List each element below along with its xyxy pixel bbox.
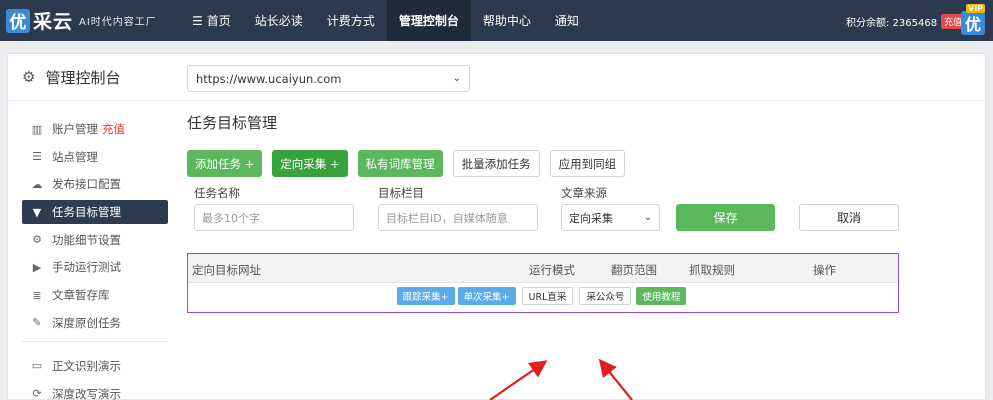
- sidebar-item-label: 站点管理: [52, 149, 98, 164]
- col-target-url: 定向目标网址: [192, 263, 261, 277]
- section-divider: [187, 100, 899, 101]
- monitor-icon: ▭: [31, 359, 43, 373]
- section-title: 任务目标管理: [187, 114, 278, 132]
- gears-icon: ⚙: [32, 233, 42, 247]
- vip-badge: VIP: [966, 4, 986, 13]
- wechat-collect-button[interactable]: 采公众号: [579, 287, 632, 305]
- sidebar-item-label: 功能细节设置: [52, 232, 121, 247]
- sidebar-item-label: 深度改写演示: [52, 386, 121, 400]
- brand-logo[interactable]: 优 采云 AI时代内容工厂: [6, 5, 157, 36]
- database-icon: ≣: [32, 288, 42, 302]
- sidebar-item-deep-rewrite[interactable]: ⟳ 深度改写演示: [22, 382, 168, 400]
- col-run-mode: 运行模式: [529, 263, 575, 277]
- gear-icon: ⚙: [22, 68, 36, 86]
- source-label: 文章来源: [561, 186, 607, 200]
- site-select[interactable]: https://www.ucaiyun.com ⌄: [187, 65, 470, 92]
- table-action-row: 跟踪采集+ 单次采集+ URL直采 采公众号 使用教程: [188, 287, 898, 307]
- sidebar-item-article-store[interactable]: ≣ 文章暂存库: [22, 283, 168, 307]
- nav-pricing[interactable]: 计费方式: [315, 0, 387, 41]
- source-select-value: 定向采集: [569, 211, 613, 225]
- single-collect-button[interactable]: 单次采集+: [457, 287, 516, 305]
- url-direct-button[interactable]: URL直采: [521, 287, 574, 305]
- nav-home[interactable]: ☰ 首页: [180, 0, 243, 41]
- sidebar: ▥ 账户管理 充值 ☰ 站点管理 ☁ 发布接口配置 ▼ 任务目标管理 ⚙ 功能细…: [22, 117, 168, 400]
- user-avatar[interactable]: 优 VIP: [961, 4, 987, 35]
- sidebar-item-deep-original[interactable]: ✎ 深度原创任务: [22, 311, 168, 335]
- track-collect-button[interactable]: 跟踪采集+: [396, 287, 455, 305]
- site-select-value: https://www.ucaiyun.com: [196, 71, 342, 86]
- nav-help[interactable]: 帮助中心: [471, 0, 543, 41]
- main-nav: ☰ 首页 站长必读 计费方式 管理控制台 帮助中心 通知: [180, 0, 591, 41]
- avatar-face: 优: [961, 11, 985, 35]
- panel-header: ⚙ 管理控制台: [8, 54, 985, 101]
- sidebar-divider: [22, 340, 168, 342]
- sidebar-item-label: 文章暂存库: [52, 288, 110, 303]
- nav-notice[interactable]: 通知: [543, 0, 591, 41]
- score-balance: 积分余额: 2365468 充值: [846, 14, 966, 29]
- sidebar-item-task-targets[interactable]: ▼ 任务目标管理: [22, 200, 168, 225]
- brand-slogan: AI时代内容工厂: [79, 17, 157, 28]
- sidebar-item-sites[interactable]: ☰ 站点管理: [22, 145, 168, 169]
- sidebar-item-text-recognition[interactable]: ▭ 正文识别演示: [22, 354, 168, 378]
- add-task-button[interactable]: 添加任务 +: [187, 150, 263, 177]
- directed-collect-button[interactable]: 定向采集 +: [272, 150, 348, 177]
- source-select[interactable]: 定向采集 ⌄: [561, 204, 660, 231]
- nav-console[interactable]: 管理控制台: [386, 0, 471, 41]
- panel-title: 管理控制台: [45, 68, 121, 87]
- save-button[interactable]: 保存: [676, 204, 775, 231]
- nav-must-read[interactable]: 站长必读: [243, 0, 315, 41]
- sidebar-item-feature-settings[interactable]: ⚙ 功能细节设置: [22, 228, 168, 252]
- cancel-button[interactable]: 取消: [799, 204, 899, 231]
- sidebar-item-account[interactable]: ▥ 账户管理 充值: [22, 117, 168, 141]
- sidebar-item-label: 深度原创任务: [52, 315, 121, 330]
- nav-home-label: 首页: [206, 14, 231, 28]
- target-column-input[interactable]: 目标栏目ID，自媒体随意: [378, 204, 538, 231]
- sidebar-item-label: 账户管理: [52, 122, 98, 136]
- batch-add-button[interactable]: 批量添加任务: [452, 150, 540, 177]
- target-url-table: 定向目标网址 运行模式 翻页范围 抓取规则 操作 跟踪采集+ 单次采集+ URL…: [187, 253, 899, 313]
- recharge-link[interactable]: 充值: [102, 121, 125, 137]
- sidebar-item-manual-run[interactable]: ▶ 手动运行测试: [22, 255, 168, 279]
- play-circle-icon: ▶: [32, 260, 42, 274]
- task-name-input[interactable]: 最多10个字: [194, 204, 354, 231]
- target-column-label: 目标栏目: [378, 186, 424, 200]
- filter-icon: ▼: [32, 205, 42, 219]
- sidebar-item-label: 发布接口配置: [52, 177, 121, 192]
- top-navbar: 优 采云 AI时代内容工厂 ☰ 首页 站长必读 计费方式 管理控制台 帮助中心 通…: [0, 0, 993, 41]
- server-icon: ☰: [32, 150, 42, 164]
- sidebar-item-publish-api[interactable]: ☁ 发布接口配置: [22, 172, 168, 196]
- table-header: 定向目标网址 运行模式 翻页范围 抓取规则 操作: [188, 254, 898, 283]
- task-name-label: 任务名称: [194, 186, 240, 200]
- tutorial-button[interactable]: 使用教程: [636, 287, 687, 305]
- sidebar-item-label: 正文识别演示: [52, 358, 121, 373]
- brand-name: 采云: [33, 11, 74, 33]
- col-crawl-rules: 抓取规则: [689, 263, 735, 277]
- chevron-down-icon: ⌄: [643, 212, 652, 223]
- sidebar-item-label: 任务目标管理: [52, 205, 121, 220]
- apply-group-button[interactable]: 应用到同组: [549, 150, 626, 177]
- col-actions: 操作: [813, 263, 836, 277]
- list-icon: ☰: [192, 13, 203, 28]
- logo-badge: 优: [6, 8, 30, 33]
- bar-chart-icon: ▥: [31, 122, 43, 136]
- sidebar-item-label: 手动运行测试: [52, 260, 121, 275]
- edit-icon: ✎: [32, 316, 42, 330]
- cloud-upload-icon: ☁: [31, 177, 43, 191]
- refresh-icon: ⟳: [32, 387, 42, 400]
- score-text: 积分余额: 2365468: [846, 18, 938, 29]
- chevron-down-icon: ⌄: [452, 73, 461, 84]
- toolbar: 添加任务 + 定向采集 + 私有词库管理 批量添加任务 应用到同组: [187, 150, 635, 177]
- col-page-range: 翻页范围: [611, 263, 657, 277]
- private-lexicon-button[interactable]: 私有词库管理: [357, 150, 443, 177]
